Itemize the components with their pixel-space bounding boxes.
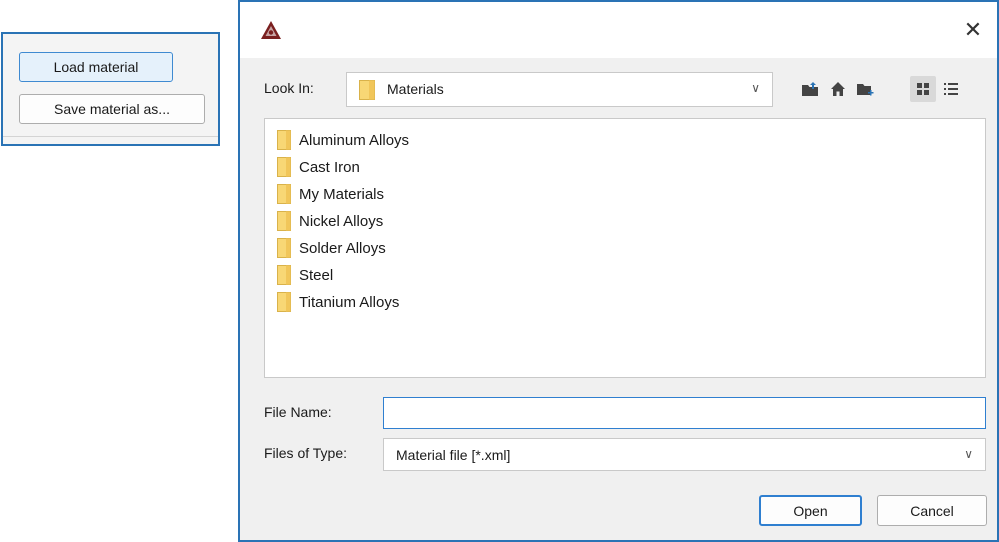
new-folder-icon[interactable] (852, 76, 878, 102)
folder-icon (277, 211, 291, 231)
file-name-field[interactable] (383, 397, 986, 429)
list-item[interactable]: My Materials (277, 181, 384, 207)
folder-icon (277, 292, 291, 312)
list-item-label: My Materials (299, 185, 385, 203)
folder-icon (277, 130, 291, 150)
load-material-button[interactable]: Load material (19, 52, 173, 82)
app-logo-icon (261, 21, 281, 39)
material-buttons-panel: Load material Save material as... (1, 32, 220, 146)
cancel-button[interactable]: Cancel (877, 495, 987, 526)
list-item[interactable]: Cast Iron (277, 154, 360, 180)
home-icon[interactable] (825, 76, 851, 102)
folder-icon (277, 157, 291, 177)
folder-icon (359, 80, 375, 100)
list-item-label: Nickel Alloys (299, 212, 384, 230)
list-item[interactable]: Steel (277, 262, 333, 288)
chevron-down-icon[interactable]: ∨ (751, 81, 760, 95)
list-item-label: Cast Iron (299, 158, 360, 176)
list-item[interactable]: Aluminum Alloys (277, 127, 409, 153)
files-of-type-dropdown[interactable]: Material file [*.xml] ∨ (383, 438, 986, 471)
open-file-dialog: ✕ Look In: Materials ∨ Aluminum Alloys C… (238, 0, 999, 542)
look-in-dropdown[interactable]: Materials ∨ (346, 72, 773, 107)
list-item-label: Steel (299, 266, 334, 284)
look-in-label: Look In: (264, 80, 314, 96)
list-item-label: Aluminum Alloys (299, 131, 410, 149)
files-of-type-label: Files of Type: (264, 445, 348, 461)
chevron-down-icon[interactable]: ∨ (964, 447, 973, 461)
file-list[interactable]: Aluminum Alloys Cast Iron My Materials N… (264, 118, 986, 378)
list-item[interactable]: Solder Alloys (277, 235, 386, 261)
folder-icon (277, 238, 291, 258)
file-name-label: File Name: (264, 404, 332, 420)
list-item-label: Titanium Alloys (299, 293, 400, 311)
files-of-type-value: Material file [*.xml] (396, 447, 511, 463)
up-folder-icon[interactable] (797, 76, 823, 102)
list-item[interactable]: Titanium Alloys (277, 289, 399, 315)
close-button[interactable]: ✕ (959, 16, 987, 44)
dialog-titlebar: ✕ (240, 2, 997, 58)
list-view-icon[interactable] (910, 76, 936, 102)
save-material-as-button[interactable]: Save material as... (19, 94, 205, 124)
folder-icon (277, 184, 291, 204)
list-item-label: Solder Alloys (299, 239, 386, 257)
panel-divider (3, 136, 218, 137)
details-view-icon[interactable] (938, 76, 964, 102)
list-item[interactable]: Nickel Alloys (277, 208, 383, 234)
open-button[interactable]: Open (759, 495, 862, 526)
look-in-value: Materials (387, 81, 444, 97)
folder-icon (277, 265, 291, 285)
